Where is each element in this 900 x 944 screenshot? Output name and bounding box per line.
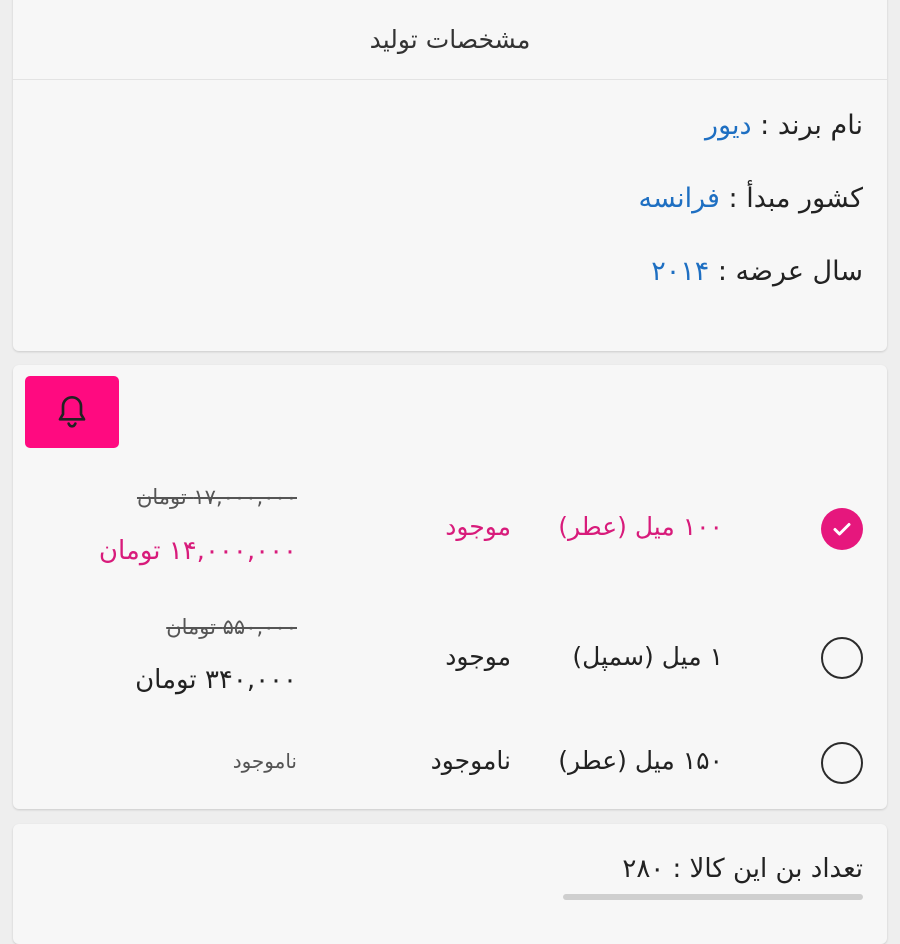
variant-stock-status: ناموجود (430, 746, 511, 775)
variants-card: ۱۰۰ میل (عطر) موجود ۱۷,۰۰۰,۰۰۰ تومان ۱۴,… (13, 365, 887, 809)
bonus-label: تعداد بن این کالا : (672, 854, 863, 884)
brand-label: نام برند : (760, 110, 863, 141)
variant-price: ۳۴۰,۰۰۰ تومان (135, 665, 297, 695)
variant-unavailable-text: ناموجود (232, 749, 297, 773)
cut-off-text-line (563, 894, 863, 900)
variant-name: ۱۵۰ میل (عطر) (558, 746, 723, 775)
year-value: ۲۰۱۴ (651, 256, 710, 287)
year-label: سال عرضه : (717, 256, 863, 287)
variant-stock-status: موجود (445, 512, 511, 541)
variant-old-price: ۱۷,۰۰۰,۰۰۰ تومان (136, 485, 297, 509)
variant-radio-selected[interactable] (821, 508, 863, 550)
check-icon (833, 523, 851, 536)
spec-brand-row: نام برند : دیور (705, 110, 863, 141)
bell-icon (58, 396, 86, 428)
bonus-value: ۲۸۰ (622, 854, 665, 884)
variant-name: ۱۰۰ میل (عطر) (558, 512, 723, 541)
spec-country-row: کشور مبدأ : فرانسه (639, 183, 863, 214)
variant-price: ۱۴,۰۰۰,۰۰۰ تومان (98, 536, 297, 566)
variant-name: ۱ میل (سمپل) (572, 642, 723, 671)
bonus-card: تعداد بن این کالا : ۲۸۰ (13, 824, 887, 944)
spec-year-row: سال عرضه : ۲۰۱۴ (651, 256, 863, 287)
variant-radio[interactable] (821, 637, 863, 679)
notify-button[interactable] (25, 376, 119, 448)
production-specs-card: مشخصات تولید نام برند : دیور کشور مبدأ :… (13, 0, 887, 351)
variant-stock-status: موجود (445, 642, 511, 671)
variant-radio[interactable] (821, 742, 863, 784)
bonus-count-row: تعداد بن این کالا : ۲۸۰ (622, 854, 863, 884)
country-label: کشور مبدأ : (728, 183, 863, 214)
country-value-link[interactable]: فرانسه (639, 183, 720, 214)
brand-value-link[interactable]: دیور (705, 110, 752, 141)
specs-title: مشخصات تولید (13, 0, 887, 80)
variant-old-price: ۵۵۰,۰۰۰ تومان (166, 615, 297, 639)
